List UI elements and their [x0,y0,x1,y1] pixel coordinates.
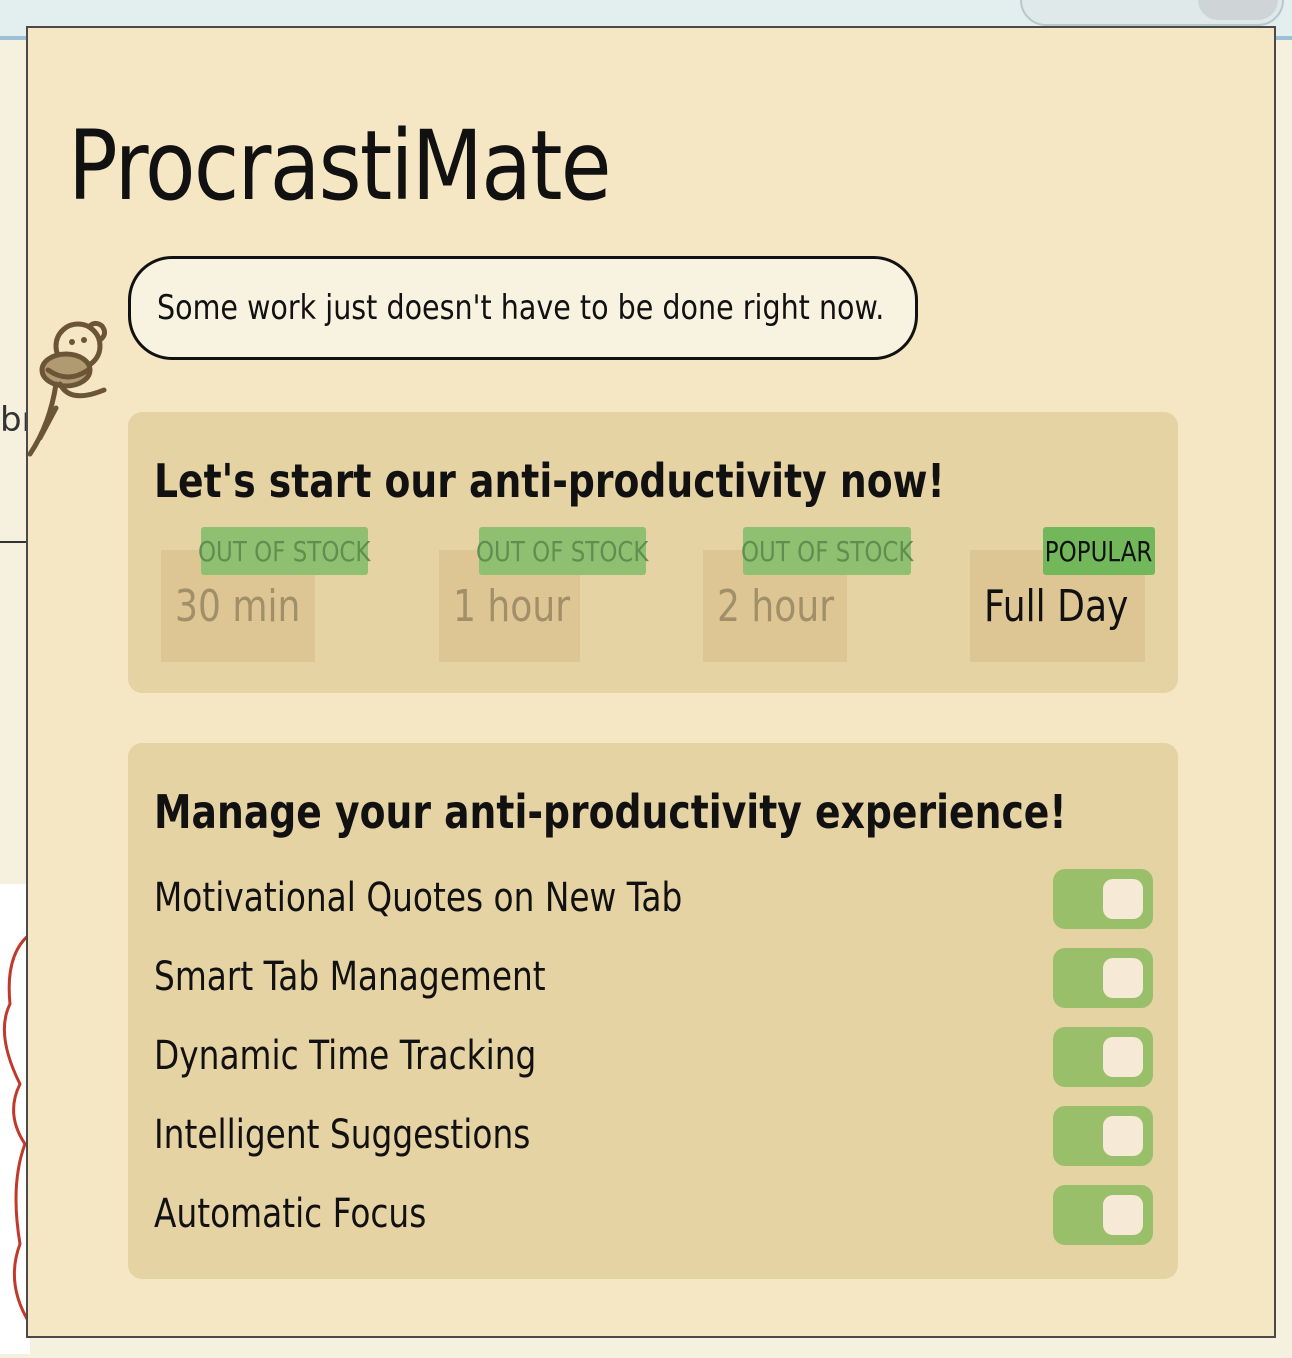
toggle-knob [1103,1195,1143,1235]
setting-row-intelligent-suggestions: Intelligent Suggestions [154,1106,1154,1166]
out-of-stock-badge: OUT OF STOCK [476,527,649,575]
badge-label: OUT OF STOCK [476,534,649,568]
time-option-label: Full Day [984,580,1129,632]
setting-row-dynamic-time-tracking: Dynamic Time Tracking [154,1027,1154,1087]
toggle-knob [1103,1037,1143,1077]
toggle-knob [1103,1116,1143,1156]
toggle-switch[interactable] [1053,1106,1153,1166]
speech-bubble: Some work just doesn't have to be done r… [128,256,918,360]
setting-label: Smart Tab Management [154,954,546,1000]
setting-label: Motivational Quotes on New Tab [154,875,683,921]
time-option-label: 30 min [175,580,301,632]
toggle-switch[interactable] [1053,1027,1153,1087]
time-option-label: 1 hour [453,580,571,632]
toggle-knob [1103,879,1143,919]
setting-row-smart-tab-management: Smart Tab Management [154,948,1154,1008]
toggle-switch[interactable] [1053,948,1153,1008]
popular-badge: POPULAR [1043,527,1155,575]
badge-label: OUT OF STOCK [740,534,914,568]
toggle-switch[interactable] [1053,1185,1153,1245]
time-option-label: 2 hour [717,580,835,632]
timer-heading: Let's start our anti-productivity now! [154,454,945,508]
badge-label: POPULAR [1045,534,1153,568]
speech-text: Some work just doesn't have to be done r… [157,288,885,328]
setting-label: Automatic Focus [154,1191,427,1237]
toggle-switch[interactable] [1053,869,1153,929]
out-of-stock-badge: OUT OF STOCK [740,527,914,575]
badge-label: OUT OF STOCK [198,534,371,568]
out-of-stock-badge: OUT OF STOCK [198,527,371,575]
monkey-mascot-icon [27,320,108,457]
setting-row-automatic-focus: Automatic Focus [154,1185,1154,1245]
setting-label: Dynamic Time Tracking [154,1033,537,1079]
settings-heading: Manage your anti-productivity experience… [154,785,1067,839]
extension-popup: ProcrastiMate Some work just doesn't hav… [26,26,1276,1338]
setting-row-motivational-quotes: Motivational Quotes on New Tab [154,869,1154,929]
timer-card: Let's start our anti-productivity now! 3… [128,412,1178,693]
app-title: ProcrastiMate [68,110,612,222]
profile-avatar[interactable] [1198,0,1278,20]
settings-card: Manage your anti-productivity experience… [128,743,1178,1279]
setting-label: Intelligent Suggestions [154,1112,531,1158]
toggle-knob [1103,958,1143,998]
